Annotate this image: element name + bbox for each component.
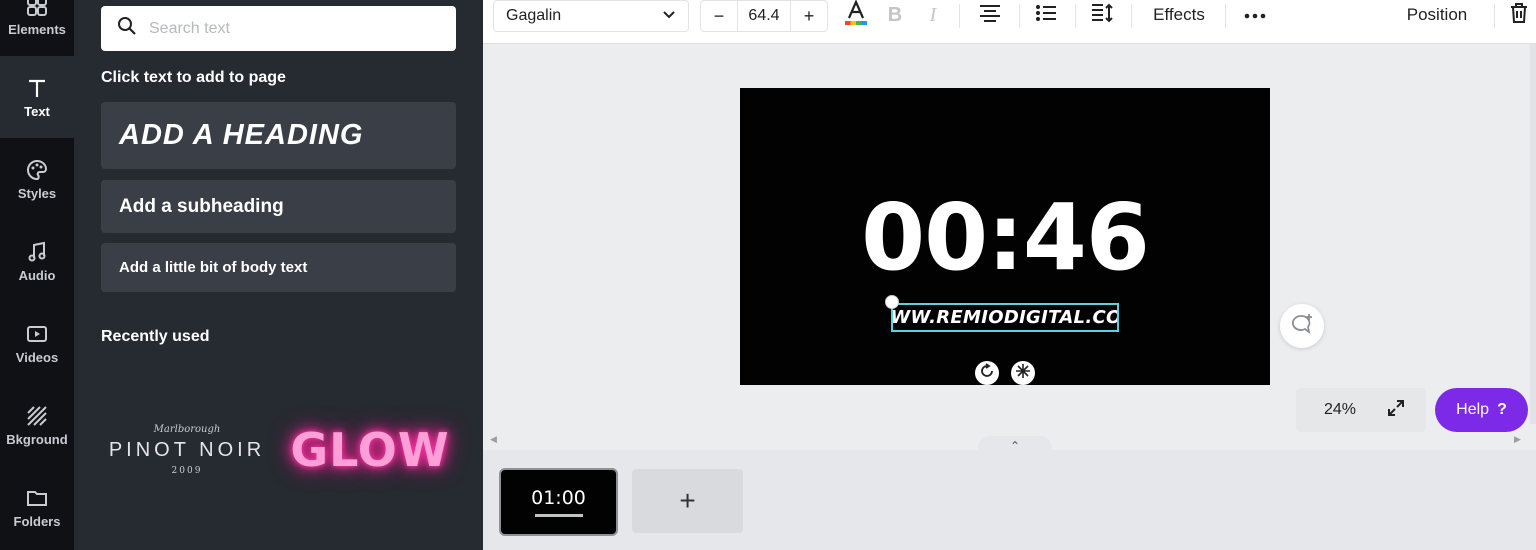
toolbar-divider bbox=[1019, 4, 1020, 28]
toolbar-divider bbox=[1131, 4, 1132, 28]
rail-label-videos: Videos bbox=[15, 349, 59, 365]
help-button[interactable]: Help ? bbox=[1435, 388, 1528, 432]
recently-used-heading: Recently used bbox=[101, 328, 210, 345]
font-size-stepper: − 64.4 + bbox=[700, 0, 828, 32]
video-icon bbox=[25, 322, 49, 346]
rail-label-text: Text bbox=[24, 103, 50, 119]
rotate-button[interactable] bbox=[975, 361, 999, 385]
rail-item-elements[interactable]: Elements bbox=[0, 0, 74, 56]
search-icon bbox=[117, 16, 137, 41]
italic-icon: I bbox=[929, 3, 937, 26]
search-box[interactable] bbox=[101, 6, 456, 51]
help-label: Help bbox=[1456, 401, 1490, 418]
rail-label-audio: Audio bbox=[18, 267, 56, 283]
page-thumbnail[interactable]: 01:00 bbox=[499, 468, 618, 536]
rail-item-background[interactable]: Bkground bbox=[0, 384, 74, 466]
text-icon bbox=[25, 76, 49, 100]
music-note-icon bbox=[25, 240, 49, 264]
font-size-input[interactable]: 64.4 bbox=[737, 1, 791, 31]
toolbar-divider bbox=[1494, 4, 1495, 28]
left-rail: Elements Text Styles Audio Videos Bkgrou… bbox=[0, 0, 74, 550]
add-heading-button[interactable]: ADD A HEADING bbox=[101, 102, 456, 169]
rail-item-audio[interactable]: Audio bbox=[0, 220, 74, 302]
recent-glow-style[interactable]: GLOW bbox=[280, 395, 460, 505]
glow-text: GLOW bbox=[290, 423, 450, 477]
add-subheading-button[interactable]: Add a subheading bbox=[101, 180, 456, 233]
rail-item-folders[interactable]: Folders bbox=[0, 466, 74, 548]
folder-icon bbox=[25, 486, 49, 510]
pinot-year-text: 2009 bbox=[171, 466, 203, 476]
page-duration: 01:00 bbox=[531, 487, 586, 509]
line-spacing-icon bbox=[1090, 3, 1114, 28]
more-options-button[interactable] bbox=[1240, 0, 1270, 30]
rail-item-videos[interactable]: Videos bbox=[0, 302, 74, 384]
decrease-font-size-button[interactable]: − bbox=[701, 1, 737, 31]
question-icon: ? bbox=[1497, 401, 1507, 418]
scroll-right-icon[interactable]: ▶ bbox=[1514, 434, 1521, 445]
search-input[interactable] bbox=[149, 19, 439, 38]
recent-pinot-noir-style[interactable]: Marlborough PINOT NOIR 2009 bbox=[97, 395, 277, 505]
rail-label-styles: Styles bbox=[17, 185, 57, 201]
font-family-value: Gagalin bbox=[506, 7, 562, 24]
url-text-element[interactable]: WWW.REMIODIGITAL.COM bbox=[891, 303, 1119, 332]
position-button[interactable]: Position bbox=[1397, 0, 1477, 30]
trash-icon bbox=[1509, 2, 1529, 29]
more-horizontal-icon bbox=[1244, 6, 1266, 24]
chevron-down-icon bbox=[662, 7, 676, 25]
pinot-big-text: PINOT NOIR bbox=[108, 439, 266, 461]
pinot-small-text: Marlborough bbox=[153, 424, 221, 435]
toolbar-divider bbox=[1225, 4, 1226, 28]
elements-icon bbox=[25, 0, 49, 18]
zoom-level[interactable]: 24% bbox=[1310, 388, 1370, 432]
align-button[interactable] bbox=[975, 0, 1005, 30]
scroll-left-icon[interactable]: ◀ bbox=[490, 434, 497, 445]
effects-button[interactable]: Effects bbox=[1145, 0, 1213, 30]
rotate-icon bbox=[979, 362, 995, 384]
expand-timeline-button[interactable]: ⌃ bbox=[978, 436, 1052, 456]
chevron-up-icon: ⌃ bbox=[1009, 439, 1021, 453]
font-family-select[interactable]: Gagalin bbox=[493, 0, 689, 32]
resize-handle[interactable] bbox=[885, 295, 899, 309]
design-page[interactable]: 00:46 WWW.REMIODIGITAL.COM bbox=[740, 88, 1270, 385]
add-page-button[interactable]: + bbox=[632, 469, 743, 533]
bullet-list-icon bbox=[1035, 4, 1057, 27]
fullscreen-button[interactable] bbox=[1384, 398, 1408, 422]
list-button[interactable] bbox=[1031, 0, 1061, 30]
thumbnail-url-line bbox=[534, 514, 583, 517]
rail-label-elements: Elements bbox=[8, 21, 66, 37]
rail-label-folders: Folders bbox=[13, 513, 61, 529]
move-button[interactable] bbox=[1011, 361, 1035, 385]
bold-button[interactable]: B bbox=[881, 0, 909, 30]
move-icon bbox=[1015, 363, 1031, 384]
comment-plus-icon bbox=[1290, 313, 1314, 340]
rail-label-background: Bkground bbox=[6, 431, 68, 447]
palette-icon bbox=[25, 158, 49, 182]
background-icon bbox=[25, 404, 49, 428]
rail-item-styles[interactable]: Styles bbox=[0, 138, 74, 220]
add-body-text-button[interactable]: Add a little bit of body text bbox=[101, 243, 456, 292]
italic-button[interactable]: I bbox=[919, 0, 947, 30]
spacing-button[interactable] bbox=[1087, 0, 1117, 30]
rail-item-text[interactable]: Text bbox=[0, 56, 74, 138]
countdown-timer-text[interactable]: 00:46 bbox=[740, 188, 1270, 288]
toolbar-divider bbox=[1075, 4, 1076, 28]
editor-toolbar: Gagalin − 64.4 + B I Effects Position bbox=[483, 0, 1536, 44]
toolbar-divider bbox=[959, 4, 960, 28]
increase-font-size-button[interactable]: + bbox=[791, 1, 827, 31]
text-color-icon bbox=[843, 0, 869, 32]
align-center-icon bbox=[979, 4, 1001, 27]
text-panel: Click text to add to page ADD A HEADING … bbox=[74, 0, 483, 550]
vertical-scrollbar[interactable] bbox=[1530, 44, 1536, 424]
zoom-control: 24% bbox=[1296, 388, 1426, 432]
add-comment-button[interactable] bbox=[1280, 304, 1324, 348]
text-color-button[interactable] bbox=[841, 0, 871, 30]
bold-icon: B bbox=[887, 3, 903, 26]
delete-button[interactable] bbox=[1505, 0, 1533, 30]
click-text-heading: Click text to add to page bbox=[101, 69, 286, 86]
expand-icon bbox=[1387, 399, 1405, 422]
